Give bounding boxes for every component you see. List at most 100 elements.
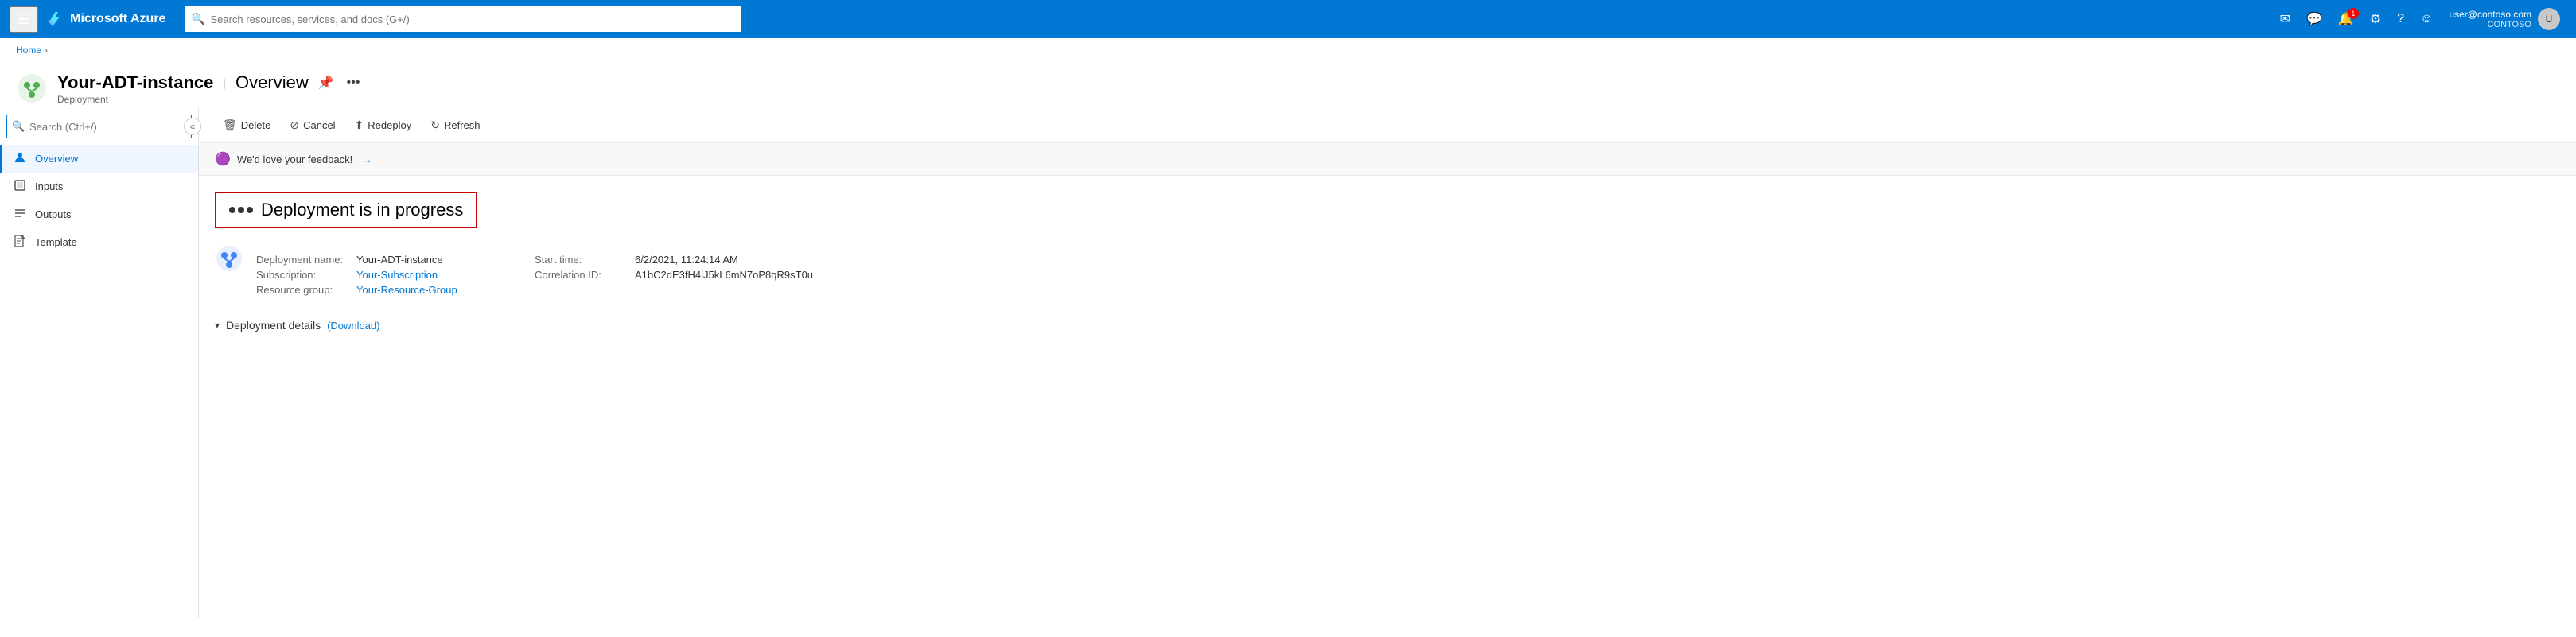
user-tenant: CONTOSO: [2449, 20, 2531, 29]
deployment-section: Deployment is in progress Deployment nam…: [199, 176, 2576, 348]
deployment-status-box: Deployment is in progress: [215, 192, 477, 228]
info-name-label: Deployment name:: [256, 254, 352, 266]
notification-badge: 1: [2348, 8, 2359, 19]
redeploy-label: Redeploy: [368, 119, 411, 131]
refresh-button[interactable]: ↻ Refresh: [422, 115, 488, 136]
info-correlation-value: A1bC2dE3fH4iJ5kL6mN7oP8qR9sT0u: [635, 269, 813, 281]
settings-button[interactable]: ⚙: [2364, 6, 2387, 32]
sidebar-item-template-label: Template: [35, 236, 77, 248]
info-row-correlation: Correlation ID: A1bC2dE3fH4iJ5kL6mN7oP8q…: [535, 269, 813, 281]
cancel-button[interactable]: ⊘ Cancel: [282, 115, 343, 136]
pin-button[interactable]: 📌: [315, 72, 337, 94]
azure-logo-icon: [45, 10, 64, 29]
page-header-title-area: Your-ADT-instance | Overview 📌 ••• Deplo…: [57, 72, 363, 105]
sidebar-search-input[interactable]: [6, 115, 192, 138]
content-area: 🗑 Delete ⊘ Cancel ⬆ Redeploy ↻ Refresh 🟣…: [199, 108, 2576, 618]
dot-1: [229, 207, 235, 213]
refresh-icon: ↻: [430, 118, 440, 132]
top-navigation: ☰ Microsoft Azure 🔍 ✉ 💬 🔔 1 ⚙ ? ☺: [0, 0, 2576, 38]
search-input[interactable]: [185, 6, 741, 32]
page-title: Your-ADT-instance: [57, 72, 213, 93]
azure-logo-text: Microsoft Azure: [70, 12, 165, 26]
notifications-button[interactable]: 🔔 1: [2332, 6, 2360, 32]
page-resource-type: Deployment: [57, 94, 363, 105]
feedback-icon: 💬: [2306, 11, 2322, 27]
more-options-button[interactable]: •••: [344, 72, 364, 93]
sidebar-search-icon: 🔍: [12, 120, 25, 133]
overview-icon: [13, 151, 27, 166]
feedback-banner-icon: 🟣: [215, 151, 231, 167]
info-row-start-time: Start time: 6/2/2021, 11:24:14 AM: [535, 254, 813, 266]
info-subscription-value[interactable]: Your-Subscription: [356, 269, 438, 281]
sidebar-item-overview-label: Overview: [35, 153, 78, 165]
breadcrumb-home[interactable]: Home: [16, 45, 41, 56]
user-profile[interactable]: user@contoso.com CONTOSO U: [2442, 5, 2566, 33]
help-icon: ?: [2397, 12, 2404, 26]
smiley-icon: ☺: [2420, 12, 2433, 26]
breadcrumb-separator: ›: [45, 45, 48, 56]
deployment-main-row: Deployment name: Your-ADT-instance Subsc…: [215, 244, 2560, 296]
delete-label: Delete: [241, 119, 271, 131]
info-row-resource-group: Resource group: Your-Resource-Group: [256, 284, 535, 296]
breadcrumb: Home ›: [0, 38, 2576, 62]
feedback-arrow: →: [362, 153, 372, 165]
sidebar-item-inputs[interactable]: Inputs: [0, 173, 198, 200]
smiley-button[interactable]: ☺: [2414, 7, 2439, 31]
cancel-label: Cancel: [303, 119, 335, 131]
gear-icon: ⚙: [2370, 11, 2381, 27]
refresh-label: Refresh: [444, 119, 481, 131]
feedback-button[interactable]: 💬: [2300, 6, 2329, 32]
template-icon: [13, 235, 27, 250]
resource-icon: [16, 72, 48, 104]
deployment-details-section: ▾ Deployment details (Download): [215, 309, 2560, 332]
delete-icon: 🗑: [223, 118, 237, 132]
deployment-info-grid: Deployment name: Your-ADT-instance Subsc…: [256, 254, 813, 296]
sidebar-item-template[interactable]: Template: [0, 228, 198, 256]
deployment-download-link[interactable]: (Download): [327, 320, 379, 332]
deployment-info-right: Start time: 6/2/2021, 11:24:14 AM Correl…: [535, 254, 813, 296]
redeploy-icon: ⬆: [355, 118, 364, 132]
deployment-resource-icon: [215, 244, 243, 273]
email-button[interactable]: ✉: [2274, 6, 2297, 32]
deployment-status-text: Deployment is in progress: [261, 200, 463, 220]
info-row-name: Deployment name: Your-ADT-instance: [256, 254, 535, 266]
page-header: Your-ADT-instance | Overview 📌 ••• Deplo…: [0, 62, 2576, 108]
info-row-subscription: Subscription: Your-Subscription: [256, 269, 535, 281]
chevron-down-icon: ▾: [215, 320, 220, 331]
info-subscription-label: Subscription:: [256, 269, 352, 281]
sidebar-search-container: 🔍 «: [6, 115, 192, 138]
azure-logo: Microsoft Azure: [45, 10, 165, 29]
search-icon: 🔍: [191, 13, 204, 26]
dot-3: [247, 207, 253, 213]
deployment-details-header[interactable]: ▾ Deployment details (Download): [215, 319, 2560, 332]
sidebar-item-outputs[interactable]: Outputs: [0, 200, 198, 228]
sidebar: 🔍 « Overview Inputs Outputs T: [0, 108, 199, 618]
sidebar-item-inputs-label: Inputs: [35, 181, 63, 192]
outputs-icon: [13, 207, 27, 222]
deployment-details-label: Deployment details: [226, 319, 321, 332]
hamburger-menu-button[interactable]: ☰: [10, 6, 38, 33]
info-resource-group-value[interactable]: Your-Resource-Group: [356, 284, 457, 296]
info-correlation-label: Correlation ID:: [535, 269, 630, 281]
page-subtitle: Overview: [235, 72, 309, 93]
user-email: user@contoso.com: [2449, 9, 2531, 20]
dot-2: [238, 207, 244, 213]
toolbar: 🗑 Delete ⊘ Cancel ⬆ Redeploy ↻ Refresh: [199, 108, 2576, 143]
feedback-text: We'd love your feedback!: [237, 153, 352, 165]
info-start-time-label: Start time:: [535, 254, 630, 266]
cancel-icon: ⊘: [290, 118, 299, 132]
email-icon: ✉: [2280, 11, 2290, 27]
main-layout: 🔍 « Overview Inputs Outputs T: [0, 108, 2576, 618]
help-button[interactable]: ?: [2391, 7, 2411, 31]
inputs-icon: [13, 179, 27, 194]
delete-button[interactable]: 🗑 Delete: [215, 115, 278, 136]
top-nav-actions: ✉ 💬 🔔 1 ⚙ ? ☺ user@contoso.com CONTOSO U: [2274, 5, 2566, 33]
deployment-info-left: Deployment name: Your-ADT-instance Subsc…: [256, 254, 535, 296]
sidebar-collapse-button[interactable]: «: [184, 118, 201, 135]
redeploy-button[interactable]: ⬆ Redeploy: [347, 115, 420, 136]
avatar: U: [2538, 8, 2560, 30]
sidebar-item-overview[interactable]: Overview: [0, 145, 198, 173]
title-divider: |: [223, 76, 226, 89]
feedback-banner[interactable]: 🟣 We'd love your feedback! →: [199, 143, 2576, 176]
info-name-value: Your-ADT-instance: [356, 254, 443, 266]
